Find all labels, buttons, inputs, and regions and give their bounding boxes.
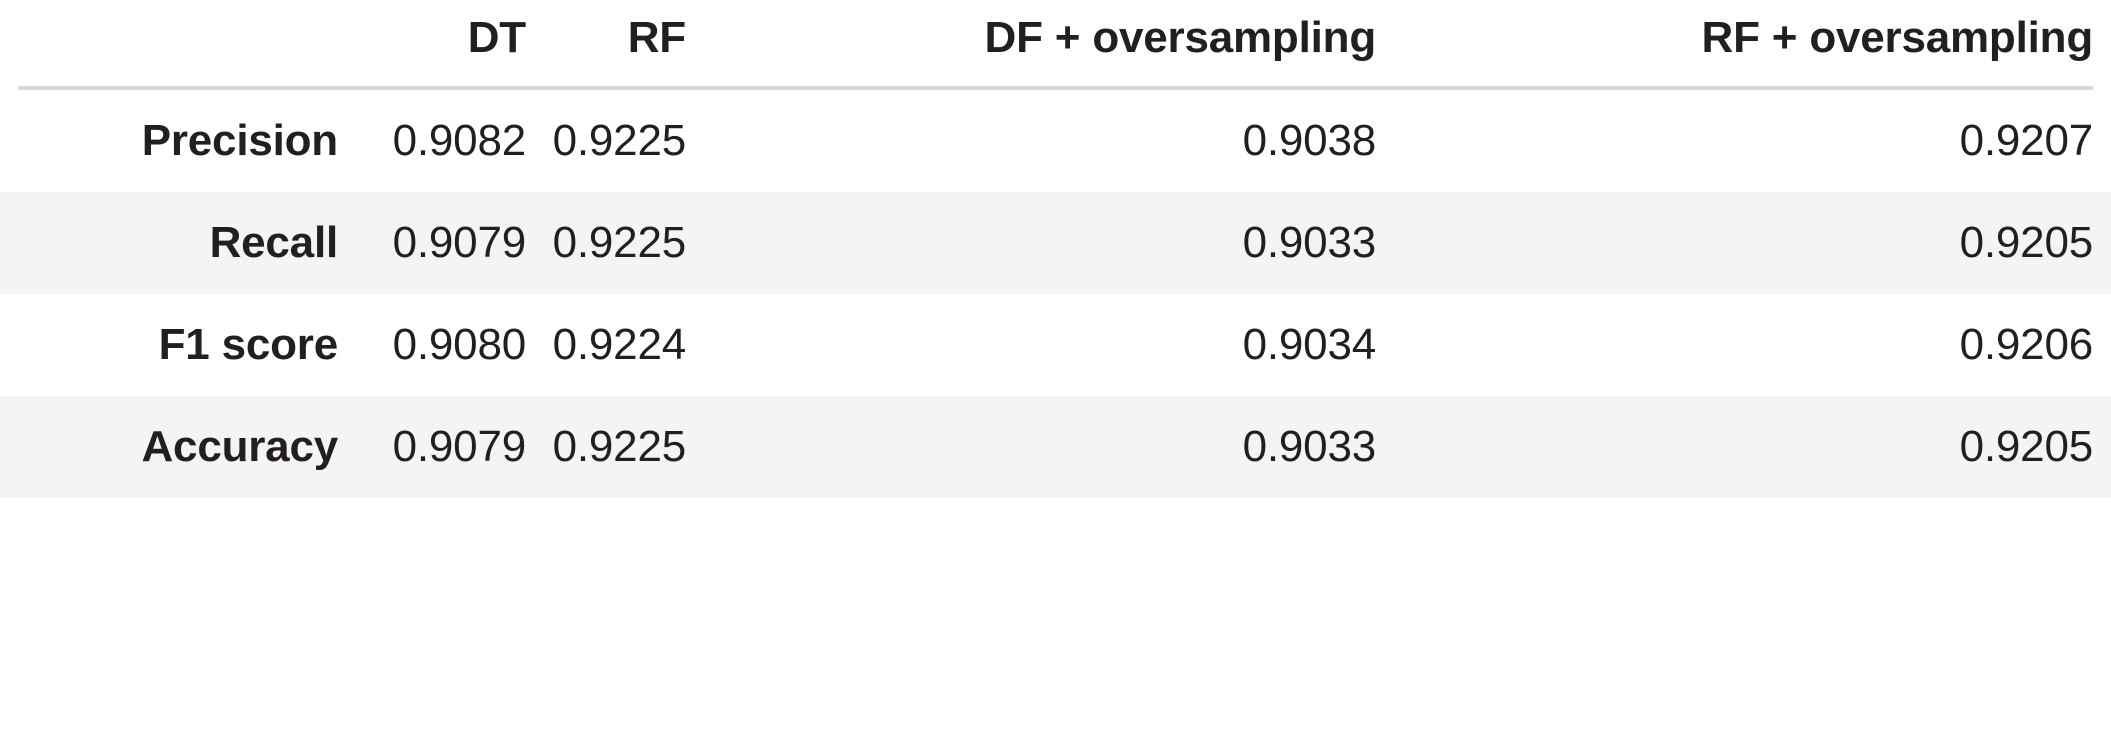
cell-precision-dt: 0.9082 [392, 116, 527, 165]
cell-recall-dt: 0.9079 [338, 192, 526, 294]
table-row: Precision 0.9082 0.9225 0.9038 0.9207 [18, 88, 2093, 192]
column-header-rf: RF [526, 6, 686, 90]
cell-accuracy-df-oversampling: 0.9033 [686, 396, 1376, 498]
column-header-df-oversampling: DF + oversampling [686, 6, 1376, 90]
row-label-precision: Precision [141, 116, 338, 165]
table-row: F1 score 0.9080 0.9224 0.9034 0.9206 [18, 294, 2094, 396]
metrics-table-container: DT RF DF + oversampling RF + oversamplin… [0, 6, 2111, 753]
cell-accuracy-dt: 0.9079 [338, 396, 526, 498]
corner-header-cell [18, 6, 338, 90]
table-row: Accuracy 0.9079 0.9225 0.9033 0.9205 [18, 396, 2093, 498]
header-row: DT RF DF + oversampling RF + oversamplin… [18, 6, 2093, 90]
cell-accuracy-rf-oversampling: 0.9205 [1376, 396, 2093, 498]
column-header-dt: DT [338, 6, 526, 90]
cell-recall-df-oversampling: 0.9033 [686, 192, 1376, 294]
row-label-f1-score: F1 score [158, 320, 339, 369]
cell-accuracy-rf: 0.9225 [526, 396, 686, 498]
metrics-table: DT RF DF + oversampling RF + oversamplin… [18, 6, 2093, 498]
cell-f1-score-rf-oversampling: 0.9206 [1959, 320, 2094, 369]
cell-f1-score-df-oversampling: 0.9034 [1242, 320, 1377, 369]
cell-precision-rf: 0.9225 [552, 116, 687, 165]
cell-f1-score-rf: 0.9224 [552, 320, 687, 369]
table-header: DT RF DF + oversampling RF + oversamplin… [18, 6, 2093, 90]
cell-f1-score-dt: 0.9080 [392, 320, 527, 369]
table-body: Precision 0.9082 0.9225 0.9038 0.9207 Re… [18, 88, 2093, 498]
cell-precision-df-oversampling: 0.9038 [1242, 116, 1377, 165]
cell-recall-rf: 0.9225 [526, 192, 686, 294]
row-label-recall: Recall [18, 192, 338, 294]
table-row: Recall 0.9079 0.9225 0.9033 0.9205 [18, 192, 2093, 294]
column-header-rf-oversampling: RF + oversampling [1376, 6, 2093, 90]
cell-precision-rf-oversampling: 0.9207 [1959, 116, 2094, 165]
cell-recall-rf-oversampling: 0.9205 [1376, 192, 2093, 294]
row-label-accuracy: Accuracy [18, 396, 338, 498]
